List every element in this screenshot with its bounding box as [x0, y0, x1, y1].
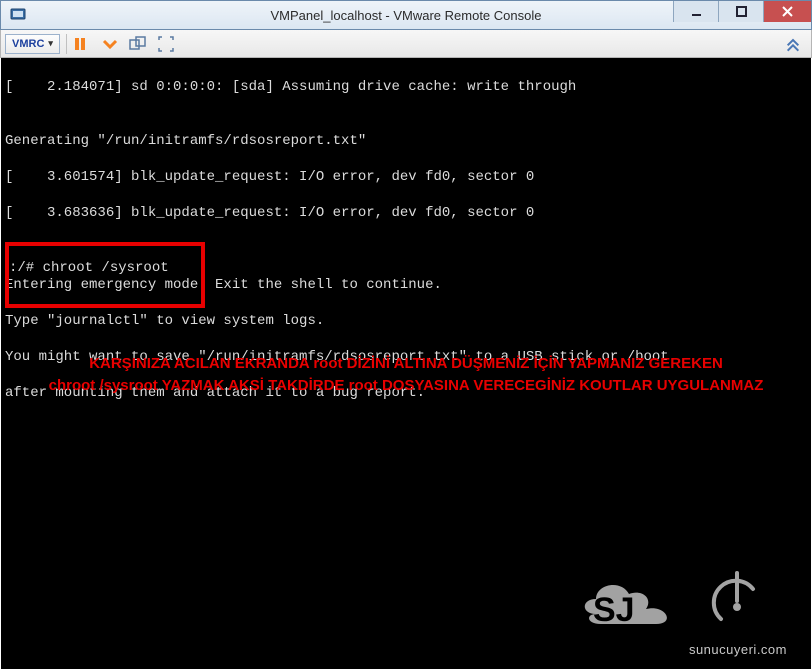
annotation-text-2: chroot /sysroot YAZMAK AKSİ TAKDİRDE roo… [1, 375, 811, 397]
collapse-toolbar-icon[interactable] [785, 36, 801, 52]
terminal-line: Generating "/run/initramfs/rdsosreport.t… [5, 132, 807, 150]
terminal-line: [ 3.683636] blk_update_request: I/O erro… [5, 204, 807, 222]
fullscreen-icon[interactable] [157, 35, 175, 53]
window-titlebar: VMPanel_localhost - VMware Remote Consol… [0, 0, 812, 30]
window-title: VMPanel_localhost - VMware Remote Consol… [271, 8, 542, 23]
app-icon [9, 6, 27, 24]
svg-text:SJ: SJ [593, 591, 635, 629]
terminal-prompt: :/# chroot /sysroot [9, 259, 169, 277]
toolbar-icons [73, 35, 175, 53]
terminal-line: [ 3.601574] blk_update_request: I/O erro… [5, 168, 807, 186]
vmrc-dropdown[interactable]: VMRC [5, 34, 60, 54]
minimize-button[interactable] [673, 1, 718, 22]
maximize-button[interactable] [718, 1, 763, 22]
terminal-line: [ 2.184071] sd 0:0:0:0: [sda] Assuming d… [5, 78, 807, 96]
annotation-text-1: KARŞINIZA ACILAN EKRANDA root DİZİNİ ALT… [1, 353, 811, 375]
terminal-line: Type "journalctl" to view system logs. [5, 312, 807, 330]
watermark-domain: sunucuyeri.com [689, 641, 787, 659]
toolbar-separator [66, 34, 67, 54]
pause-icon[interactable] [73, 35, 91, 53]
vmrc-label: VMRC [12, 38, 44, 50]
send-cad-icon[interactable] [129, 35, 147, 53]
chevron-down-icon[interactable] [101, 35, 119, 53]
window-controls [673, 1, 811, 29]
watermark-logo: SJ [571, 569, 791, 639]
terminal-area[interactable]: [ 2.184071] sd 0:0:0:0: [sda] Assuming d… [1, 58, 811, 669]
toolbar: VMRC [0, 30, 812, 58]
close-button[interactable] [763, 1, 811, 22]
